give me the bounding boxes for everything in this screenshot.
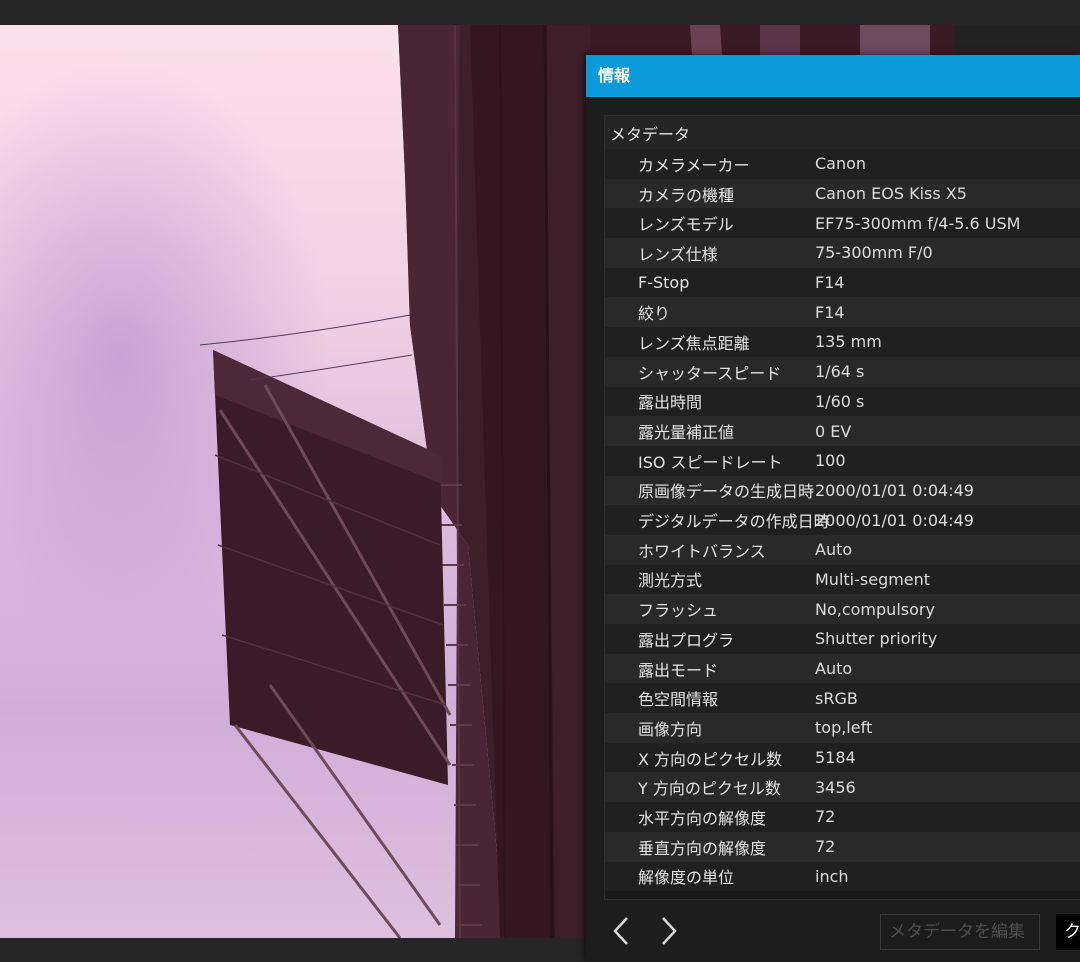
- metadata-row: 測光方式 Multi-segment: [605, 564, 1080, 595]
- metadata-value: inch: [815, 866, 849, 886]
- metadata-key: レンズ焦点距離: [638, 333, 750, 353]
- metadata-box: メタデータ カメラメーカー Canon カメラの機種 Canon EOS Kiss …: [604, 115, 1080, 900]
- metadata-value: 1/60 s: [815, 391, 865, 411]
- metadata-value: 3456: [815, 777, 856, 797]
- metadata-list: カメラメーカー Canon カメラの機種 Canon EOS Kiss X5 レンズ…: [605, 149, 1080, 892]
- metadata-row: レンズモデル EF75-300mm f/4-5.6 USM: [605, 208, 1080, 239]
- metadata-value: Auto: [815, 659, 853, 679]
- metadata-row: Y 方向のピクセル数 3456: [605, 772, 1080, 803]
- metadata-row: 色空間情報 sRGB: [605, 683, 1080, 714]
- metadata-key: シャッタースピード: [638, 363, 782, 383]
- metadata-value: Shutter priority: [815, 629, 938, 649]
- top-toolbar: [0, 0, 1080, 25]
- metadata-value: 75-300mm F/0: [815, 243, 933, 263]
- metadata-row: レンズ焦点距離 135 mm: [605, 327, 1080, 357]
- metadata-value: Canon EOS Kiss X5: [815, 184, 967, 204]
- metadata-key: 露出プログラ: [638, 630, 735, 650]
- metadata-key: 解像度の単位: [638, 868, 735, 888]
- metadata-row: 原画像データの生成日時 2000/01/01 0:04:49: [605, 475, 1080, 506]
- metadata-key: カメラメーカー: [638, 155, 750, 175]
- metadata-key: 垂直方向の解像度: [638, 838, 767, 858]
- metadata-key: 原画像データの生成日時: [638, 482, 815, 502]
- metadata-key: ISO スピードレート: [638, 452, 783, 472]
- metadata-value: 100: [815, 451, 846, 471]
- metadata-value: Auto: [815, 540, 853, 560]
- metadata-row: シャッタースピード 1/64 s: [605, 356, 1080, 387]
- metadata-value: No,compulsory: [815, 599, 935, 619]
- metadata-row: 垂直方向の解像度 72: [605, 831, 1080, 862]
- info-panel: 情報 メタデータ カメラメーカー Canon カメラの機種 Canon EOS Ki…: [586, 55, 1080, 962]
- metadata-key: Y 方向のピクセル数: [638, 779, 781, 799]
- metadata-value: Canon: [815, 154, 867, 174]
- chevron-left-icon: [613, 917, 628, 945]
- edit-metadata-button[interactable]: メタデータを編集: [880, 914, 1040, 950]
- metadata-row: 露光量補正値 0 EV: [605, 416, 1080, 446]
- metadata-value: EF75-300mm f/4-5.6 USM: [815, 213, 1021, 233]
- chevron-right-icon: [662, 917, 677, 945]
- panel-title: 情報: [586, 55, 1080, 97]
- metadata-row: 露出プログラ Shutter priority: [605, 624, 1080, 654]
- metadata-row: ISO スピードレート 100: [605, 445, 1080, 476]
- metadata-row: ホワイトバランス Auto: [605, 534, 1080, 565]
- metadata-key: 露出時間: [638, 393, 703, 413]
- next-button[interactable]: [654, 915, 684, 947]
- metadata-key: ホワイトバランス: [638, 541, 766, 561]
- metadata-row: デジタルデータの作成日時 2000/01/01 0:04:49: [605, 505, 1080, 535]
- metadata-key: レンズ仕様: [638, 244, 718, 264]
- metadata-key: 絞り: [638, 304, 671, 324]
- metadata-key: 測光方式: [638, 571, 703, 591]
- metadata-value: 135 mm: [815, 332, 882, 352]
- metadata-row: レンズ仕様 75-300mm F/0: [605, 238, 1080, 268]
- metadata-value: 72: [815, 807, 836, 827]
- metadata-row: F-Stop F14: [605, 267, 1080, 298]
- metadata-value: 2000/01/01 0:04:49: [815, 510, 974, 530]
- metadata-key: デジタルデータの作成日時: [638, 512, 830, 532]
- metadata-key: 画像方向: [638, 719, 703, 739]
- metadata-row: 水平方向の解像度 72: [605, 802, 1080, 832]
- metadata-key: 露出モード: [638, 660, 719, 680]
- bottom-toolbar: [0, 938, 590, 962]
- previous-button[interactable]: [606, 915, 636, 947]
- metadata-key: 露光量補正値: [638, 423, 735, 443]
- metadata-key: 水平方向の解像度: [638, 808, 767, 828]
- metadata-key: カメラの機種: [638, 185, 735, 205]
- metadata-value: top,left: [815, 718, 873, 738]
- metadata-value: F14: [815, 302, 845, 322]
- close-button[interactable]: ク: [1056, 914, 1080, 950]
- metadata-key: フラッシュ: [638, 601, 719, 621]
- metadata-value: 72: [815, 837, 836, 857]
- metadata-value: sRGB: [815, 688, 858, 708]
- metadata-row: 露出モード Auto: [605, 653, 1080, 684]
- panel-footer: メタデータを編集 ク: [586, 905, 1080, 962]
- metadata-key: X 方向のピクセル数: [638, 749, 783, 769]
- metadata-row: 解像度の単位 inch: [605, 861, 1080, 892]
- metadata-row: カメラメーカー Canon: [605, 149, 1080, 179]
- metadata-row: カメラの機種 Canon EOS Kiss X5: [605, 178, 1080, 209]
- metadata-row: フラッシュ No,compulsory: [605, 594, 1080, 624]
- metadata-key: 色空間情報: [638, 690, 719, 710]
- metadata-value: Multi-segment: [815, 569, 931, 589]
- metadata-value: F14: [815, 273, 845, 293]
- metadata-value: 2000/01/01 0:04:49: [815, 480, 974, 500]
- metadata-row: X 方向のピクセル数 5184: [605, 742, 1080, 773]
- metadata-section-title: メタデータ: [605, 116, 1080, 149]
- metadata-value: 1/64 s: [815, 362, 865, 382]
- metadata-row: 画像方向 top,left: [605, 713, 1080, 743]
- metadata-value: 0 EV: [815, 421, 852, 441]
- metadata-key: レンズモデル: [638, 215, 734, 235]
- metadata-row: 絞り F14: [605, 297, 1080, 328]
- metadata-row: 露出時間 1/60 s: [605, 386, 1080, 417]
- metadata-value: 5184: [815, 748, 856, 768]
- metadata-key: F-Stop: [638, 273, 690, 293]
